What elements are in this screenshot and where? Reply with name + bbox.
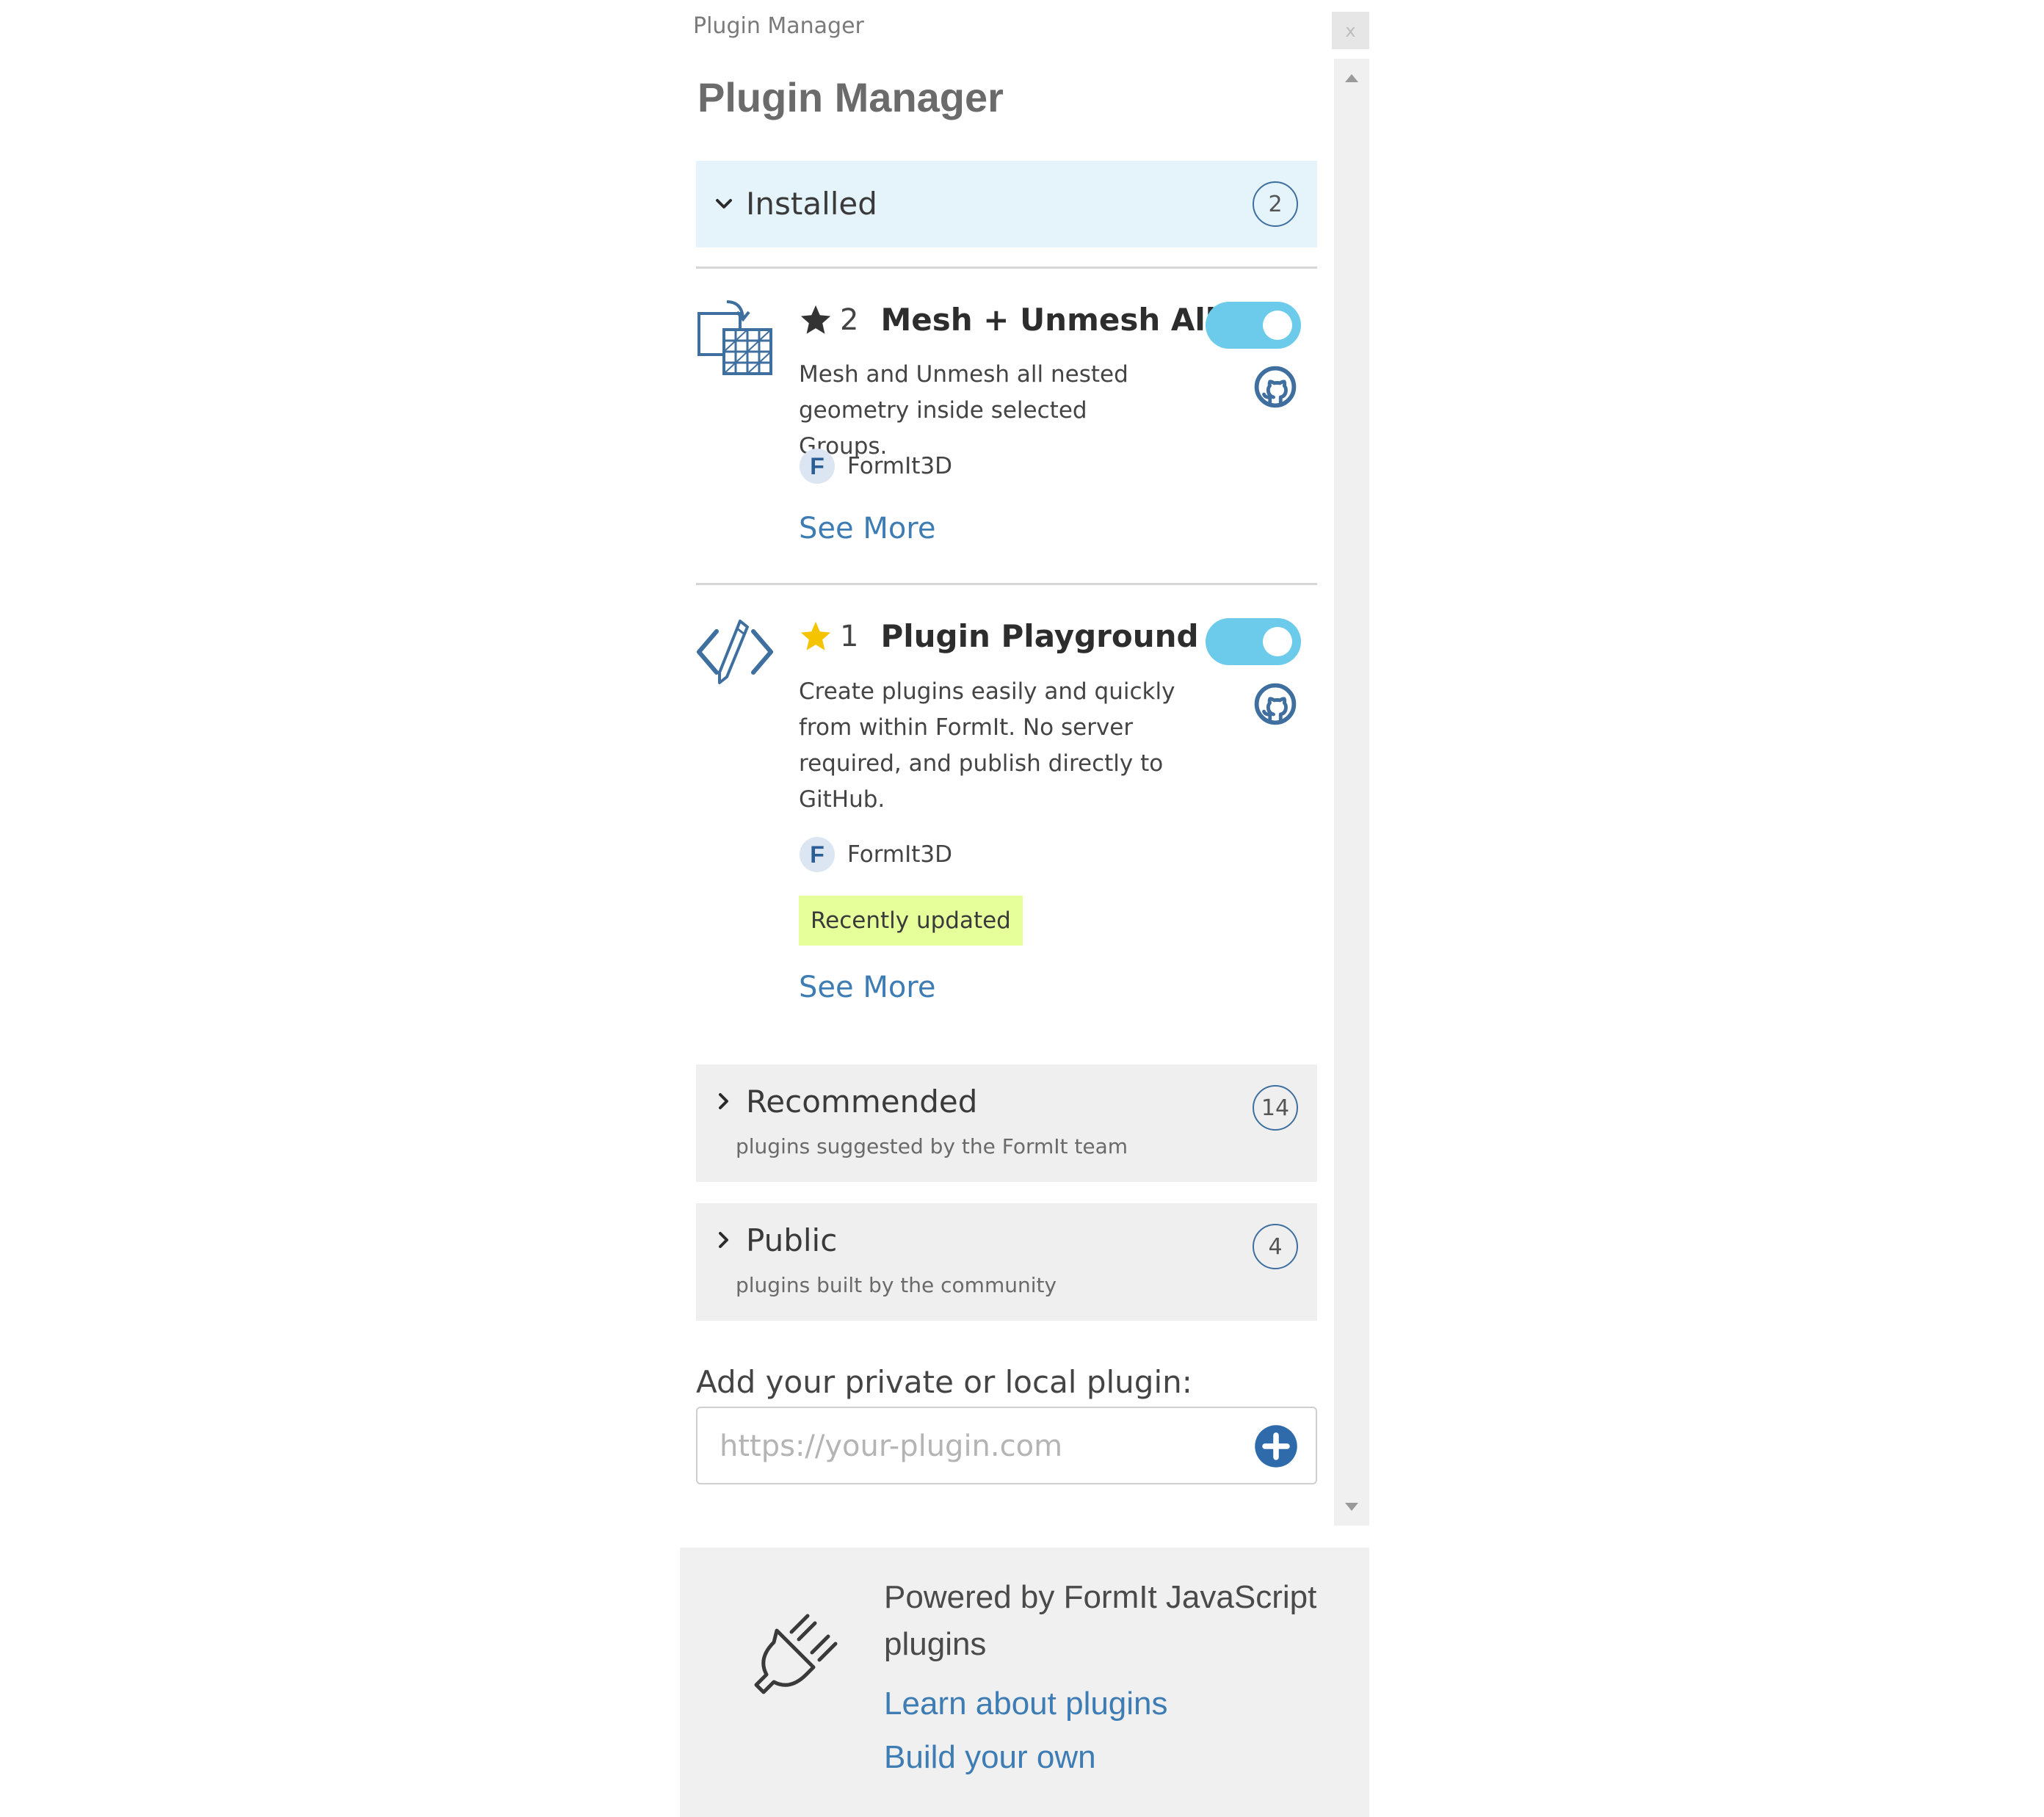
recently-updated-badge: Recently updated [799, 896, 1023, 946]
plug-icon [754, 1614, 838, 1694]
section-installed-label: Installed [746, 186, 877, 222]
chevron-right-icon [719, 1232, 728, 1248]
build-your-own-link[interactable]: Build your own [884, 1739, 1096, 1776]
mesh-icon [697, 300, 772, 375]
scroll-down-button[interactable] [1334, 1492, 1369, 1521]
formit-logo-icon: F [800, 837, 835, 872]
star-count: 2 [840, 302, 859, 337]
page-title: Plugin Manager [697, 74, 1004, 120]
add-plugin-label: Add your private or local plugin: [696, 1364, 1192, 1400]
plugin-description: Create plugins easily and quickly from w… [799, 678, 1175, 813]
svg-text:F: F [810, 453, 825, 479]
plugin-enable-toggle[interactable] [1206, 302, 1301, 349]
github-icon[interactable] [1254, 683, 1297, 725]
section-recommended-subtitle: plugins suggested by the FormIt team [736, 1134, 1128, 1158]
plugin-manager-panel: Plugin Manager x Plugin Manager Installe… [0, 0, 2044, 1817]
section-installed-count: 2 [1253, 181, 1298, 227]
code-edit-icon [697, 620, 773, 684]
plugin-author: F FormIt3D [799, 448, 952, 485]
plugin-heading: 1 Plugin Playground [799, 618, 1199, 654]
scroll-up-icon [1345, 73, 1358, 82]
see-more-link[interactable]: See More [799, 512, 935, 545]
scrollbar[interactable] [1334, 59, 1369, 1526]
star-count: 1 [840, 619, 859, 653]
plugin-heading: 2 Mesh + Unmesh All [799, 302, 1216, 338]
plugin-url-input[interactable] [718, 1408, 1220, 1484]
chevron-down-icon [716, 199, 732, 208]
close-button[interactable]: x [1332, 12, 1369, 49]
svg-text:F: F [810, 841, 825, 868]
section-recommended-count: 14 [1253, 1085, 1298, 1131]
star-icon[interactable] [799, 303, 833, 337]
plugin-name: Plugin Playground [880, 618, 1199, 654]
plugin-name: Mesh + Unmesh All [880, 302, 1217, 338]
section-public-label: Public [746, 1222, 838, 1258]
window-title: Plugin Manager [693, 13, 864, 39]
chevron-right-icon [719, 1093, 728, 1109]
plugin-author: F FormIt3D [799, 836, 952, 873]
section-installed-header[interactable]: Installed 2 [696, 161, 1317, 247]
toggle-knob [1263, 311, 1292, 340]
footer-powered-by-text: Powered by FormIt JavaScript plugins [884, 1579, 1317, 1662]
footer: Powered by FormIt JavaScript plugins Lea… [680, 1548, 1369, 1817]
add-plugin-field [696, 1407, 1317, 1484]
github-icon[interactable] [1254, 366, 1297, 408]
section-recommended-label: Recommended [746, 1084, 978, 1120]
star-icon[interactable] [799, 620, 833, 653]
scroll-up-button[interactable] [1334, 63, 1369, 93]
learn-about-plugins-link[interactable]: Learn about plugins [884, 1686, 1168, 1722]
author-name: FormIt3D [847, 841, 952, 868]
section-public-header[interactable]: Public plugins built by the community 4 [696, 1203, 1317, 1321]
author-name: FormIt3D [847, 453, 952, 479]
divider [696, 266, 1317, 269]
plugin-enable-toggle[interactable] [1206, 618, 1301, 665]
toggle-knob [1263, 627, 1292, 656]
formit-logo-icon: F [800, 449, 835, 484]
see-more-link[interactable]: See More [799, 971, 935, 1004]
divider [696, 583, 1317, 585]
section-recommended-header[interactable]: Recommended plugins suggested by the For… [696, 1065, 1317, 1182]
close-icon: x [1345, 20, 1356, 41]
scroll-down-icon [1345, 1502, 1358, 1511]
section-public-subtitle: plugins built by the community [736, 1273, 1057, 1297]
section-public-count: 4 [1253, 1224, 1298, 1269]
add-plugin-button[interactable] [1254, 1424, 1298, 1468]
